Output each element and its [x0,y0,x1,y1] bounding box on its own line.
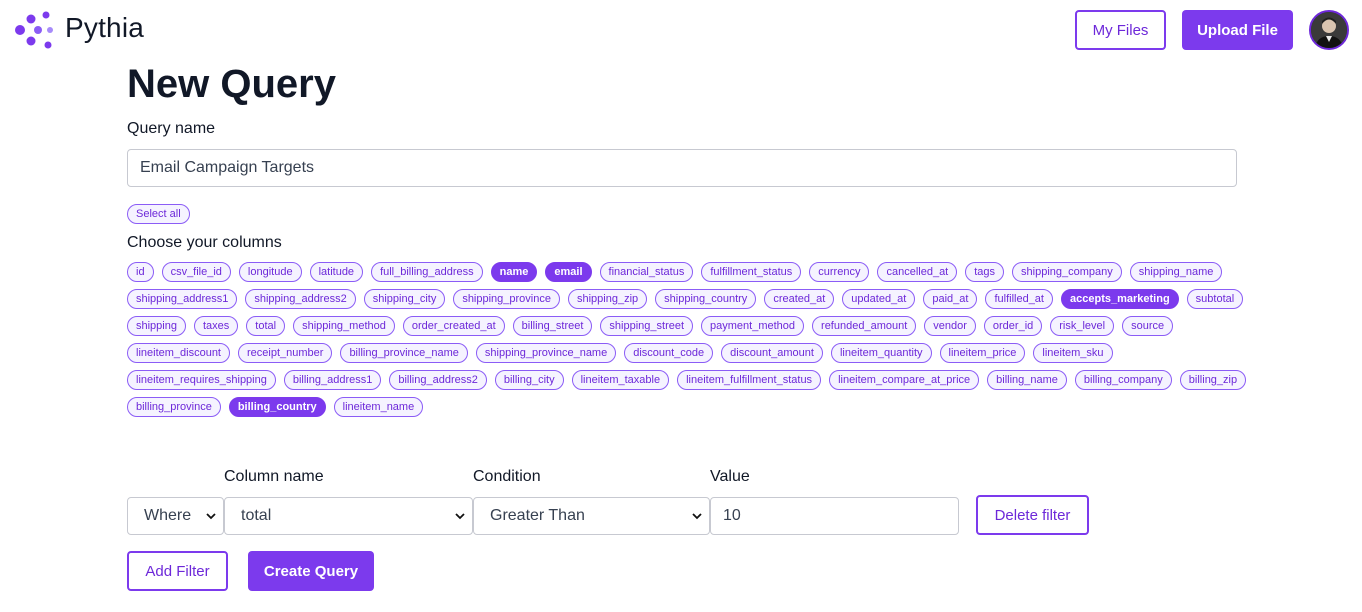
column-chip-shipping-city[interactable]: shipping_city [363,289,446,309]
condition-select[interactable]: Greater Than [473,497,710,535]
column-chip-taxes[interactable]: taxes [193,316,239,336]
column-chip-total[interactable]: total [246,316,286,336]
column-chip-lineitem-requires-shipping[interactable]: lineitem_requires_shipping [127,370,276,390]
upload-file-button[interactable]: Upload File [1182,10,1293,50]
column-chip-lineitem-name[interactable]: lineitem_name [333,397,424,417]
query-name-label: Query name [127,120,216,137]
column-chip-longitude[interactable]: longitude [238,262,302,282]
column-chip-billing-city[interactable]: billing_city [494,370,564,390]
column-chip-shipping-address1[interactable]: shipping_address1 [127,289,238,309]
column-chip-shipping-name[interactable]: shipping_name [1129,262,1223,282]
chevron-down-icon [692,513,702,520]
column-chip-billing-company[interactable]: billing_company [1074,370,1172,390]
column-chip-vendor[interactable]: vendor [924,316,976,336]
column-chip-cancelled-at[interactable]: cancelled_at [877,262,958,282]
delete-filter-button[interactable]: Delete filter [976,495,1089,535]
column-chip-updated-at[interactable]: updated_at [842,289,916,309]
column-chip-csv-file-id[interactable]: csv_file_id [161,262,231,282]
value-input[interactable] [710,497,959,535]
column-chip-risk-level[interactable]: risk_level [1050,316,1115,336]
avatar[interactable] [1309,10,1349,50]
column-chip-fulfilled-at[interactable]: fulfilled_at [985,289,1053,309]
my-files-button[interactable]: My Files [1075,10,1166,50]
query-name-input[interactable] [127,149,1237,187]
create-query-button[interactable]: Create Query [248,551,374,591]
column-chip-fulfillment-status[interactable]: fulfillment_status [701,262,802,282]
column-chip-list: id csv_file_id longitude latitude full_billi… [127,262,1247,417]
column-chip-source[interactable]: source [1122,316,1174,336]
top-bar: Pythia My Files Upload File [0,0,1362,60]
column-chip-lineitem-fulfillment-status[interactable]: lineitem_fulfillment_status [677,370,822,390]
user-avatar-icon [1311,12,1347,48]
chevron-down-icon [455,513,465,520]
column-chip-receipt-number[interactable]: receipt_number [238,343,333,363]
column-chip-currency[interactable]: currency [809,262,870,282]
column-chip-email[interactable]: email [545,262,592,282]
column-chip-lineitem-taxable[interactable]: lineitem_taxable [571,370,670,390]
column-chip-order-id[interactable]: order_id [983,316,1043,336]
column-chip-latitude[interactable]: latitude [309,262,364,282]
column-chip-created-at[interactable]: created_at [764,289,835,309]
column-chip-shipping-zip[interactable]: shipping_zip [567,289,648,309]
column-chip-shipping-street[interactable]: shipping_street [600,316,694,336]
column-chip-lineitem-compare-at-price[interactable]: lineitem_compare_at_price [829,370,980,390]
column-chip-billing-address2[interactable]: billing_address2 [389,370,487,390]
where-select[interactable]: Where [127,497,224,535]
value-label: Value [710,468,750,485]
condition-select-value: Greater Than [490,507,585,524]
column-chip-payment-method[interactable]: payment_method [701,316,805,336]
column-chip-accepts-marketing[interactable]: accepts_marketing [1061,289,1179,309]
column-chip-shipping[interactable]: shipping [127,316,186,336]
column-chip-id[interactable]: id [127,262,154,282]
column-chip-billing-street[interactable]: billing_street [512,316,593,336]
column-chip-lineitem-price[interactable]: lineitem_price [939,343,1026,363]
column-chip-order-created-at[interactable]: order_created_at [402,316,505,336]
column-chip-lineitem-sku[interactable]: lineitem_sku [1033,343,1113,363]
where-select-value: Where [144,507,192,524]
column-chip-paid-at[interactable]: paid_at [923,289,978,309]
column-chip-financial-status[interactable]: financial_status [599,262,694,282]
column-chip-discount-amount[interactable]: discount_amount [721,343,823,363]
column-chip-billing-zip[interactable]: billing_zip [1179,370,1247,390]
brand-name: Pythia [65,12,145,43]
column-chip-refunded-amount[interactable]: refunded_amount [812,316,917,336]
column-chip-shipping-method[interactable]: shipping_method [293,316,395,336]
choose-columns-label: Choose your columns [127,234,282,251]
column-name-label: Column name [224,468,324,485]
page-title: New Query [127,62,336,106]
column-chip-name[interactable]: name [490,262,538,282]
condition-label: Condition [473,468,541,485]
column-chip-billing-address1[interactable]: billing_address1 [283,370,382,390]
column-chip-shipping-address2[interactable]: shipping_address2 [245,289,356,309]
column-chip-shipping-country[interactable]: shipping_country [655,289,757,309]
column-chip-billing-country[interactable]: billing_country [228,397,326,417]
column-chip-billing-name[interactable]: billing_name [987,370,1067,390]
chevron-down-icon [206,513,216,520]
column-chip-shipping-company[interactable]: shipping_company [1012,262,1122,282]
column-chip-billing-province[interactable]: billing_province [127,397,221,417]
column-chip-lineitem-quantity[interactable]: lineitem_quantity [830,343,932,363]
add-filter-button[interactable]: Add Filter [127,551,228,591]
column-chip-tags[interactable]: tags [965,262,1005,282]
column-chip-billing-province-name[interactable]: billing_province_name [340,343,468,363]
column-chip-subtotal[interactable]: subtotal [1186,289,1244,309]
column-chip-shipping-province-name[interactable]: shipping_province_name [475,343,617,363]
column-chip-shipping-province[interactable]: shipping_province [453,289,560,309]
column-name-select-value: total [241,507,272,524]
select-all-button[interactable]: Select all [127,204,190,224]
pythia-logo-icon[interactable] [14,10,56,50]
column-chip-discount-code[interactable]: discount_code [624,343,714,363]
column-chip-full-billing-address[interactable]: full_billing_address [371,262,483,282]
column-name-select[interactable]: total [224,497,473,535]
column-chip-lineitem-discount[interactable]: lineitem_discount [127,343,230,363]
